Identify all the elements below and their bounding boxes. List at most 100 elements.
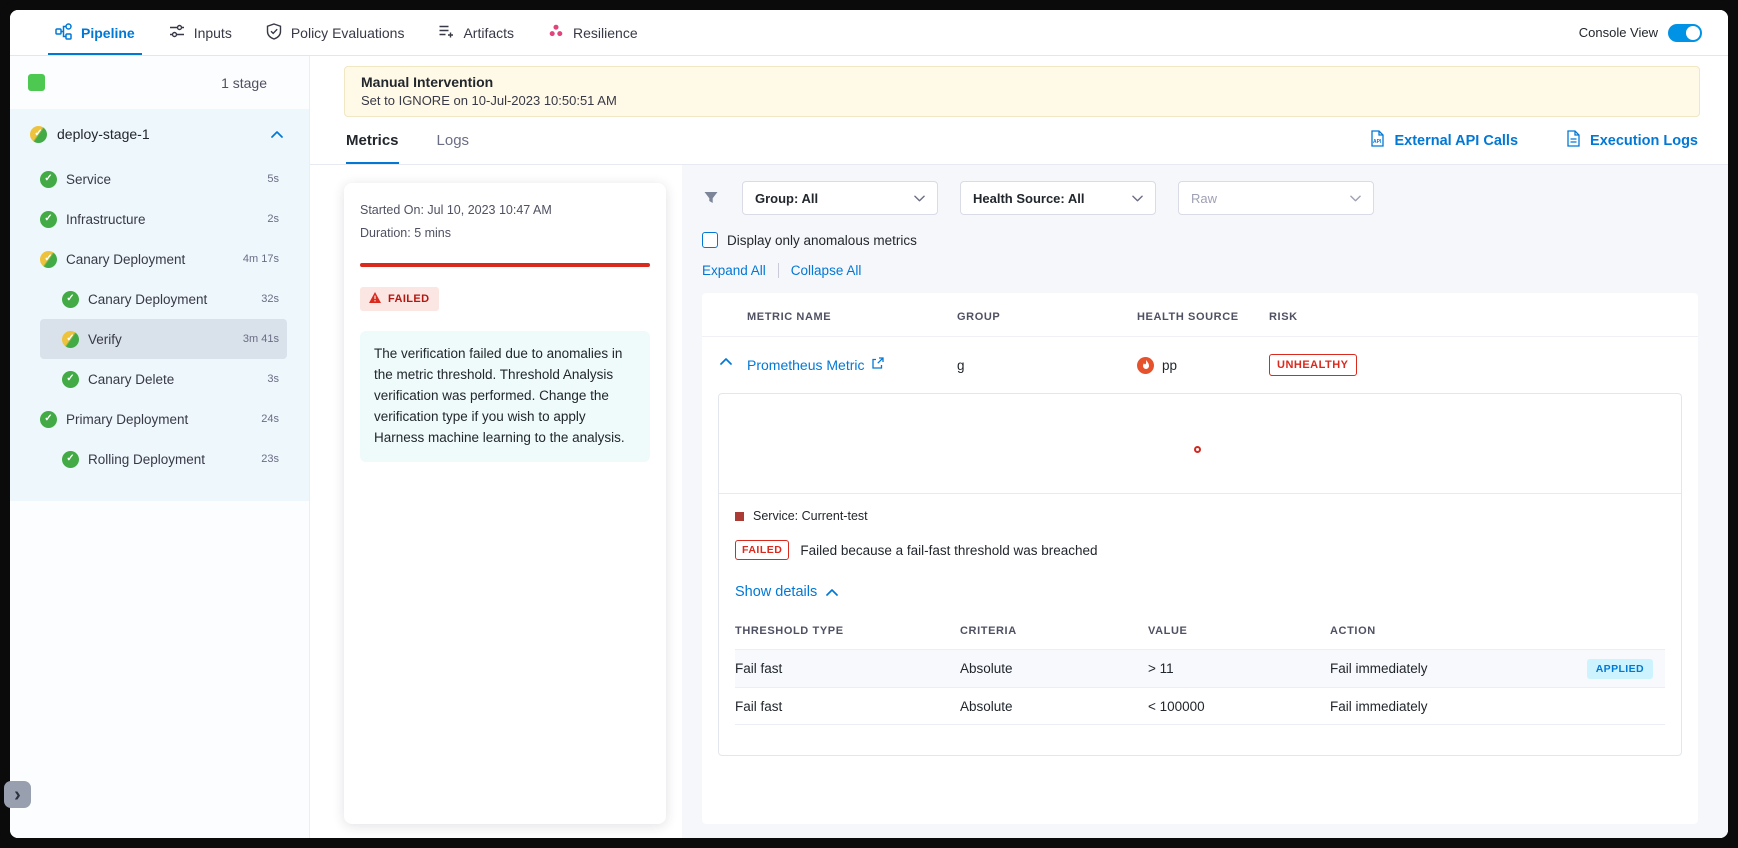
- logs-document-icon: [1566, 130, 1581, 151]
- manual-intervention-banner: Manual Intervention Set to IGNORE on 10-…: [344, 66, 1700, 117]
- tab-artifacts[interactable]: Artifacts: [421, 10, 531, 55]
- step-service[interactable]: ✓ Service 5s: [40, 159, 287, 199]
- verification-message: The verification failed due to anomalies…: [360, 331, 650, 462]
- left-column: Started On: Jul 10, 2023 10:47 AM Durati…: [310, 165, 682, 838]
- banner-subtitle: Set to IGNORE on 10-Jul-2023 10:50:51 AM: [361, 93, 1683, 108]
- tab-artifacts-label: Artifacts: [463, 25, 514, 41]
- app-window: Pipeline Inputs Policy Evaluations Artif…: [10, 10, 1728, 838]
- chevron-up-icon: [826, 584, 838, 600]
- verification-summary-card: Started On: Jul 10, 2023 10:47 AM Durati…: [344, 183, 666, 824]
- stage-deploy-stage-1[interactable]: ✓ deploy-stage-1: [10, 109, 309, 159]
- fail-reason-text: Failed because a fail-fast threshold was…: [800, 543, 1097, 558]
- execution-sidebar: 1 stage ✓ deploy-stage-1 ✓ Service 5s: [10, 56, 310, 838]
- tab-resilience[interactable]: Resilience: [531, 10, 655, 55]
- raw-filter-select[interactable]: Raw: [1178, 181, 1374, 215]
- tab-pipeline[interactable]: Pipeline: [38, 10, 152, 55]
- collapse-row-chevron-icon[interactable]: [720, 358, 732, 365]
- step-list: ✓ Service 5s ✓ Infrastructure 2s ✓ Canar…: [10, 159, 309, 479]
- step-canary-delete[interactable]: ✓ Canary Delete 3s: [40, 359, 287, 399]
- fail-reason-row: FAILED Failed because a fail-fast thresh…: [735, 540, 1665, 560]
- show-details-link[interactable]: Show details: [735, 584, 838, 600]
- threshold-row: Fail fast Absolute < 100000 Fail immedia…: [735, 687, 1665, 725]
- health-source-filter-select[interactable]: Health Source: All: [960, 181, 1156, 215]
- health-source-cell: pp: [1137, 357, 1269, 374]
- stage-block: ✓ deploy-stage-1 ✓ Service 5s ✓ Infrastr…: [10, 109, 309, 501]
- step-canary-deployment-child[interactable]: ✓ Canary Deployment 32s: [40, 279, 287, 319]
- toggle-knob: [1686, 26, 1700, 40]
- content-row: Started On: Jul 10, 2023 10:47 AM Durati…: [310, 165, 1728, 838]
- tab-policy-evaluations-label: Policy Evaluations: [291, 25, 405, 41]
- metrics-table-card: METRIC NAME GROUP HEALTH SOURCE RISK Pro…: [702, 293, 1698, 824]
- tab-inputs-label: Inputs: [194, 25, 232, 41]
- threshold-table: THRESHOLD TYPE CRITERIA VALUE ACTION Fai…: [735, 617, 1665, 725]
- pipeline-icon: [55, 23, 72, 43]
- chevron-down-icon: [914, 195, 925, 202]
- screenshot-frame: Pipeline Inputs Policy Evaluations Artif…: [0, 0, 1738, 848]
- failed-progress-bar: [360, 263, 650, 267]
- expand-collapse-row: Expand All Collapse All: [702, 263, 1698, 278]
- failed-outline-badge: FAILED: [735, 540, 789, 560]
- group-filter-select[interactable]: Group: All: [742, 181, 938, 215]
- chevron-down-icon: [1350, 195, 1361, 202]
- success-check-icon: ✓: [40, 411, 57, 428]
- warning-triangle-icon: [369, 292, 381, 306]
- top-navigation: Pipeline Inputs Policy Evaluations Artif…: [10, 10, 1728, 56]
- metric-name-link[interactable]: Prometheus Metric: [747, 357, 957, 373]
- chevron-up-icon[interactable]: [271, 125, 283, 143]
- tab-metrics[interactable]: Metrics: [346, 117, 399, 164]
- legend-swatch-icon: [735, 512, 744, 521]
- metric-row-prometheus[interactable]: Prometheus Metric g pp UNHEALTHY: [702, 337, 1698, 393]
- prometheus-icon: [1137, 357, 1154, 374]
- step-verify[interactable]: ✓ Verify 3m 41s: [40, 319, 287, 359]
- started-on: Started On: Jul 10, 2023 10:47 AM: [360, 203, 650, 217]
- collapse-all-link[interactable]: Collapse All: [791, 263, 862, 278]
- metric-group: g: [957, 358, 1137, 373]
- warning-check-icon: ✓: [62, 331, 79, 348]
- external-api-calls-link[interactable]: API External API Calls: [1370, 130, 1518, 151]
- applied-badge: APPLIED: [1587, 659, 1653, 679]
- top-nav-tabs: Pipeline Inputs Policy Evaluations Artif…: [38, 10, 655, 55]
- stage-status-square-icon: [28, 74, 45, 91]
- duration: Duration: 5 mins: [360, 226, 650, 240]
- success-check-icon: ✓: [62, 451, 79, 468]
- console-view-toggle[interactable]: [1668, 24, 1702, 42]
- anomalous-metrics-row: Display only anomalous metrics: [702, 232, 1698, 248]
- external-link-icon: [871, 357, 884, 373]
- expand-all-link[interactable]: Expand All: [702, 263, 766, 278]
- execution-logs-link[interactable]: Execution Logs: [1566, 130, 1698, 151]
- metrics-panel: Group: All Health Source: All Raw: [682, 165, 1728, 838]
- api-document-icon: API: [1370, 130, 1385, 151]
- svg-text:API: API: [1373, 139, 1382, 145]
- stage-status-icon: ✓: [30, 126, 47, 143]
- filter-funnel-icon[interactable]: [702, 190, 720, 206]
- body-row: 1 stage ✓ deploy-stage-1 ✓ Service 5s: [10, 56, 1728, 838]
- step-primary-deployment[interactable]: ✓ Primary Deployment 24s: [40, 399, 287, 439]
- step-rolling-deployment[interactable]: ✓ Rolling Deployment 23s: [40, 439, 287, 479]
- policy-shield-icon: [266, 23, 282, 43]
- content-tabs-row: Metrics Logs API External API Calls Exec…: [310, 117, 1728, 165]
- anomaly-data-point[interactable]: [1194, 446, 1201, 453]
- threshold-row: Fail fast Absolute > 11 Fail immediately…: [735, 649, 1665, 687]
- status-badge: FAILED: [360, 287, 439, 311]
- tab-policy-evaluations[interactable]: Policy Evaluations: [249, 10, 422, 55]
- chart-legend: Service: Current-test: [735, 509, 1665, 523]
- console-expand-handle[interactable]: ›: [4, 781, 31, 808]
- step-infrastructure[interactable]: ✓ Infrastructure 2s: [40, 199, 287, 239]
- tab-inputs[interactable]: Inputs: [152, 10, 249, 55]
- success-check-icon: ✓: [62, 291, 79, 308]
- metric-detail-body: Service: Current-test FAILED Failed beca…: [719, 494, 1681, 725]
- inputs-icon: [169, 23, 185, 42]
- anomalous-metrics-checkbox[interactable]: [702, 232, 718, 248]
- tab-logs[interactable]: Logs: [437, 117, 470, 164]
- resilience-icon: [548, 23, 564, 42]
- success-check-icon: ✓: [40, 211, 57, 228]
- stage-count: 1 stage: [221, 75, 267, 91]
- banner-title: Manual Intervention: [361, 74, 1683, 90]
- step-canary-deployment[interactable]: ✓ Canary Deployment 4m 17s: [40, 239, 287, 279]
- tab-resilience-label: Resilience: [573, 25, 638, 41]
- tab-links: API External API Calls Execution Logs: [1370, 130, 1698, 151]
- anomalous-metrics-label: Display only anomalous metrics: [727, 233, 917, 248]
- legend-label: Service: Current-test: [753, 509, 868, 523]
- console-view-control: Console View: [1579, 24, 1702, 42]
- tab-pipeline-label: Pipeline: [81, 25, 135, 41]
